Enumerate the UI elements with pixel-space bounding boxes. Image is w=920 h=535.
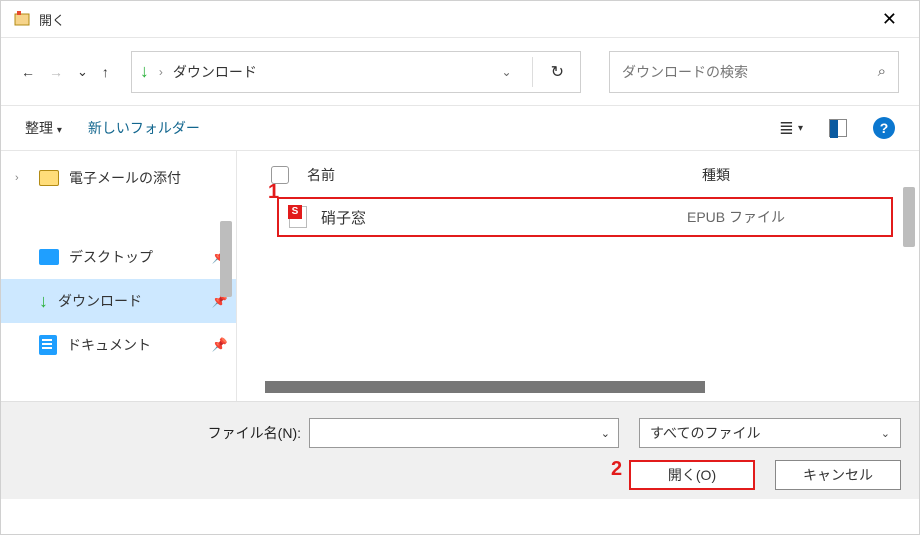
chevron-down-icon[interactable]: ⌄ — [601, 427, 610, 440]
breadcrumb-path[interactable]: ダウンロード — [173, 62, 492, 82]
desktop-icon — [39, 249, 59, 265]
app-icon — [13, 10, 31, 28]
download-icon: ↓ — [39, 291, 48, 312]
recent-dropdown-icon[interactable]: ⌄ — [77, 64, 88, 80]
column-header-name[interactable]: 名前 — [307, 165, 702, 185]
file-list: 名前 種類 1 硝子窓 EPUB ファイル — [237, 151, 919, 401]
sidebar-item-downloads[interactable]: ↓ ダウンロード 📌 — [1, 279, 236, 323]
search-input[interactable] — [622, 64, 878, 80]
filename-label: ファイル名(N): — [193, 423, 301, 443]
sidebar-scrollbar[interactable] — [220, 221, 232, 297]
filename-input[interactable]: ⌄ — [309, 418, 619, 448]
search-box[interactable]: ⌕ — [609, 51, 899, 93]
close-icon[interactable]: ✕ — [872, 5, 907, 34]
new-folder-button[interactable]: 新しいフォルダー — [88, 118, 200, 138]
breadcrumb-separator-icon: › — [159, 65, 163, 79]
chevron-down-icon: ⌄ — [881, 427, 890, 440]
document-icon — [39, 335, 57, 355]
expand-icon[interactable]: › — [15, 172, 29, 184]
sidebar: › 電子メールの添付 デスクトップ 📌 ↓ ダウンロード 📌 ドキュメント 📌 — [1, 151, 237, 401]
cancel-button[interactable]: キャンセル — [775, 460, 901, 490]
folder-icon — [39, 170, 59, 186]
sidebar-item-label: ダウンロード — [58, 291, 142, 311]
view-mode-menu[interactable]: ≣▾ — [779, 118, 803, 139]
file-row[interactable]: 硝子窓 EPUB ファイル — [277, 197, 893, 237]
open-button[interactable]: 開く(O) — [629, 460, 755, 490]
download-folder-icon: ↓ — [140, 61, 149, 82]
file-name: 硝子窓 — [321, 207, 687, 228]
refresh-icon[interactable]: ↻ — [551, 62, 564, 82]
title-bar: 開く ✕ — [1, 1, 919, 37]
search-icon[interactable]: ⌕ — [878, 63, 886, 80]
sidebar-item-desktop[interactable]: デスクトップ 📌 — [1, 235, 236, 279]
bottom-panel: ファイル名(N): ⌄ すべてのファイル ⌄ 2 開く(O) キャンセル — [1, 401, 919, 499]
sidebar-item-email-attachments[interactable]: › 電子メールの添付 — [1, 161, 236, 195]
file-kind: EPUB ファイル — [687, 207, 785, 227]
column-header-kind[interactable]: 種類 — [702, 165, 842, 185]
forward-icon[interactable]: → — [49, 64, 63, 80]
filetype-select[interactable]: すべてのファイル ⌄ — [639, 418, 901, 448]
list-view-icon: ≣ — [779, 118, 794, 139]
up-icon[interactable]: ↑ — [102, 64, 109, 80]
file-type-icon — [289, 206, 307, 228]
sidebar-item-label: ドキュメント — [67, 335, 151, 355]
sidebar-item-label: デスクトップ — [69, 247, 153, 267]
nav-bar: ← → ⌄ ↑ ↓ › ダウンロード ⌄ ↻ ⌕ — [1, 37, 919, 105]
sidebar-item-label: 電子メールの添付 — [69, 168, 181, 188]
help-icon[interactable]: ? — [873, 117, 895, 139]
file-list-scrollbar[interactable] — [903, 187, 915, 247]
back-icon[interactable]: ← — [21, 64, 35, 80]
command-bar: 整理 ▾ 新しいフォルダー ≣▾ ? — [1, 105, 919, 151]
window-title: 開く — [39, 10, 864, 29]
sidebar-item-documents[interactable]: ドキュメント 📌 — [1, 323, 236, 367]
pin-icon[interactable]: 📌 — [212, 337, 228, 353]
annotation-2: 2 — [611, 458, 622, 481]
chevron-down-icon[interactable]: ⌄ — [502, 65, 512, 79]
organize-menu[interactable]: 整理 ▾ — [25, 118, 62, 138]
address-divider — [532, 57, 533, 87]
horizontal-scrollbar[interactable] — [265, 381, 705, 393]
annotation-1: 1 — [268, 181, 279, 204]
address-bar[interactable]: ↓ › ダウンロード ⌄ ↻ — [131, 51, 581, 93]
preview-pane-icon[interactable] — [829, 119, 847, 137]
filetype-value: すべてのファイル — [650, 423, 760, 443]
